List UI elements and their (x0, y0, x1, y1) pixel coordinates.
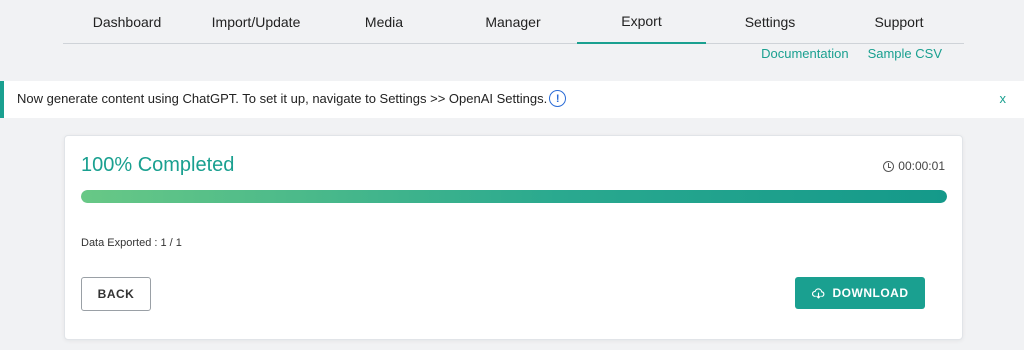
data-exported-count: Data Exported : 1 / 1 (81, 237, 182, 249)
cloud-download-icon (811, 287, 824, 299)
notice-message: Now generate content using ChatGPT. To s… (17, 90, 548, 106)
clock-icon (883, 160, 895, 172)
info-circle-icon[interactable]: ! (549, 90, 567, 108)
notice-banner: Now generate content using ChatGPT. To s… (0, 81, 1024, 118)
tab-export[interactable]: Export (577, 0, 706, 44)
tab-settings[interactable]: Settings (705, 0, 835, 44)
top-nav: Dashboard Import/Update Media Manager Ex… (63, 0, 964, 44)
back-button[interactable]: BACK (81, 277, 151, 311)
download-button[interactable]: DOWNLOAD (795, 277, 925, 309)
export-progress-card: 100% Completed 00:00:01 Data Exported : … (64, 135, 963, 340)
progress-title: 100% Completed (81, 154, 235, 176)
progress-bar (81, 190, 947, 203)
notice-close-button[interactable]: x (1000, 91, 1007, 106)
elapsed-timer: 00:00:01 (883, 159, 945, 173)
elapsed-time: 00:00:01 (898, 159, 945, 173)
sample-csv-link[interactable]: Sample CSV (868, 46, 942, 62)
documentation-link[interactable]: Documentation (761, 46, 848, 62)
tab-dashboard[interactable]: Dashboard (69, 0, 185, 44)
tab-media[interactable]: Media (319, 0, 449, 44)
progress-bar-fill (81, 190, 947, 203)
tab-support[interactable]: Support (834, 0, 964, 44)
download-label: DOWNLOAD (832, 286, 909, 300)
help-links: Documentation Sample CSV (761, 46, 942, 62)
tab-import-update[interactable]: Import/Update (191, 0, 321, 44)
notice-text: Now generate content using ChatGPT. To s… (17, 90, 567, 108)
tab-manager[interactable]: Manager (448, 0, 578, 44)
